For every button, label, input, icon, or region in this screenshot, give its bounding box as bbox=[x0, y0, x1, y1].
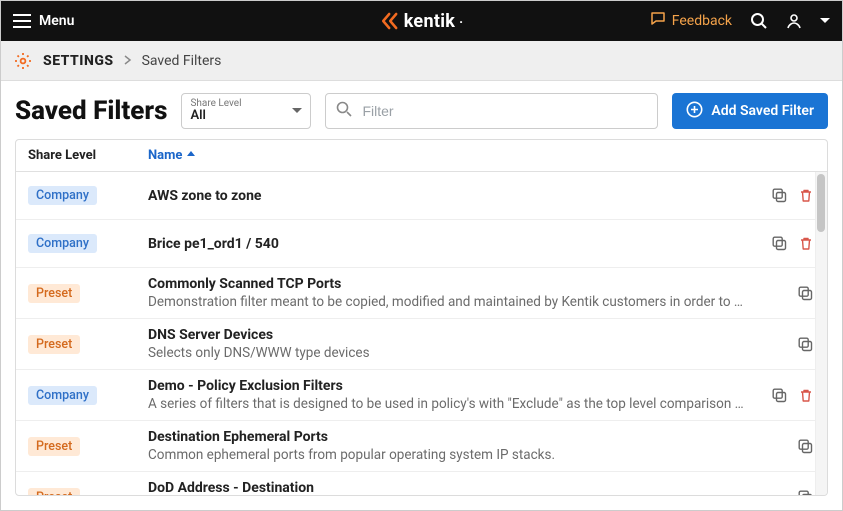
table-row[interactable]: Company AWS zone to zone bbox=[16, 172, 827, 220]
add-button-label: Add Saved Filter bbox=[711, 103, 814, 119]
add-saved-filter-button[interactable]: Add Saved Filter bbox=[672, 93, 828, 129]
filter-name: Commonly Scanned TCP Ports bbox=[148, 276, 749, 292]
share-level-select[interactable]: Share Level All bbox=[181, 93, 311, 129]
share-level-pill: Preset bbox=[28, 437, 80, 456]
column-share-level[interactable]: Share Level bbox=[16, 148, 136, 163]
chevron-down-icon[interactable] bbox=[820, 17, 830, 25]
feedback-label: Feedback bbox=[672, 13, 732, 29]
table-row[interactable]: Preset Commonly Scanned TCP Ports Demonstr… bbox=[16, 268, 827, 319]
brand-chevrons-icon bbox=[380, 12, 400, 30]
filter-description: Demonstration filter meant to be copied,… bbox=[148, 294, 749, 310]
filter-name: Destination Ephemeral Ports bbox=[148, 429, 749, 445]
filter-name: DoD Address - Destination bbox=[148, 480, 749, 495]
table-row[interactable]: Preset Destination Ephemeral Ports Common … bbox=[16, 421, 827, 472]
comment-icon bbox=[650, 11, 666, 31]
share-level-pill: Company bbox=[28, 386, 97, 405]
share-level-pill: Preset bbox=[28, 335, 80, 354]
search-icon[interactable] bbox=[750, 12, 768, 30]
user-menu[interactable] bbox=[786, 13, 802, 29]
trash-icon[interactable] bbox=[799, 188, 813, 203]
copy-icon[interactable] bbox=[798, 286, 813, 301]
breadcrumb-settings[interactable]: SETTINGS bbox=[43, 53, 114, 69]
sort-asc-icon bbox=[186, 148, 196, 163]
share-level-pill: Preset bbox=[28, 284, 80, 303]
trash-icon[interactable] bbox=[799, 236, 813, 251]
table-row[interactable]: Preset DNS Server Devices Selects only DNS… bbox=[16, 319, 827, 370]
column-name-sort[interactable]: Name bbox=[148, 148, 196, 163]
page-title: Saved Filters bbox=[15, 96, 167, 126]
menu-button[interactable]: Menu bbox=[13, 13, 74, 29]
share-level-pill: Company bbox=[28, 234, 97, 253]
filter-name: Brice pe1_ord1 / 540 bbox=[148, 236, 749, 252]
filter-input[interactable] bbox=[360, 102, 647, 120]
column-name-label: Name bbox=[148, 148, 182, 163]
copy-icon[interactable] bbox=[772, 188, 787, 203]
hamburger-icon bbox=[13, 14, 31, 28]
filter-name: AWS zone to zone bbox=[148, 188, 749, 204]
breadcrumb-page: Saved Filters bbox=[142, 53, 222, 69]
copy-icon[interactable] bbox=[798, 490, 813, 496]
feedback-link[interactable]: Feedback bbox=[650, 11, 732, 31]
share-level-value: All bbox=[190, 109, 282, 123]
filter-description: Common ephemeral ports from popular oper… bbox=[148, 447, 749, 463]
caret-down-icon bbox=[292, 103, 302, 119]
menu-label: Menu bbox=[39, 13, 74, 29]
search-icon bbox=[336, 101, 352, 121]
share-level-pill: Company bbox=[28, 186, 97, 205]
trash-icon[interactable] bbox=[799, 388, 813, 403]
share-level-pill: Preset bbox=[28, 488, 80, 496]
copy-icon[interactable] bbox=[772, 388, 787, 403]
copy-icon[interactable] bbox=[798, 439, 813, 454]
plus-circle-icon bbox=[686, 101, 703, 122]
filter-description: A series of filters that is designed to … bbox=[148, 396, 749, 412]
brand-text: kentik bbox=[404, 11, 456, 32]
gear-icon bbox=[13, 51, 33, 71]
filter-input-wrap[interactable] bbox=[325, 93, 658, 129]
filter-name: Demo - Policy Exclusion Filters bbox=[148, 378, 749, 394]
filter-description: Selects only DNS/WWW type devices bbox=[148, 345, 749, 361]
copy-icon[interactable] bbox=[798, 337, 813, 352]
breadcrumb: SETTINGS Saved Filters bbox=[1, 41, 842, 81]
table-row[interactable]: Company Demo - Policy Exclusion Filters A … bbox=[16, 370, 827, 421]
chevron-right-icon bbox=[124, 53, 132, 69]
table-row[interactable]: PresetDoD Address - DestinationA list of… bbox=[16, 472, 827, 495]
filter-name: DNS Server Devices bbox=[148, 327, 749, 343]
scrollbar-thumb[interactable] bbox=[817, 174, 825, 232]
brand-logo: kentik. bbox=[380, 11, 464, 32]
copy-icon[interactable] bbox=[772, 236, 787, 251]
table-row[interactable]: Company Brice pe1_ord1 / 540 bbox=[16, 220, 827, 268]
